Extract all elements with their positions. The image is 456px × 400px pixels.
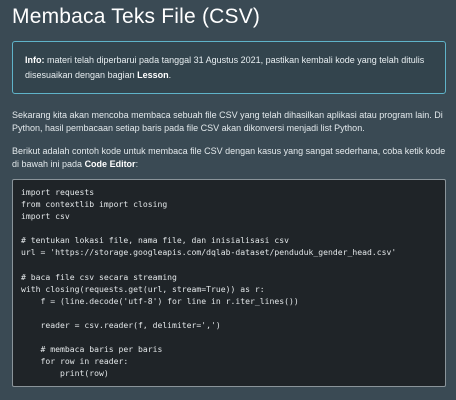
code-line: # baca file csv secara streaming <box>21 271 177 282</box>
info-lesson-link: Lesson <box>137 70 169 80</box>
info-text-end: . <box>168 70 172 80</box>
code-block[interactable]: import requests from contextlib import cl… <box>12 179 446 387</box>
code-line: f = (line.decode('utf-8') for line in r.… <box>21 295 299 306</box>
code-line: for row in reader: <box>21 356 129 367</box>
code-line: import requests <box>21 187 95 197</box>
instruction-paragraph: Berikut adalah contoh kode untuk membaca… <box>12 145 446 171</box>
intro-paragraph: Sekarang kita akan mencoba membaca sebua… <box>12 110 443 133</box>
code-line: print(row) <box>21 368 109 379</box>
code-line: import csv <box>21 211 70 222</box>
code-editor-label: Code Editor <box>84 159 136 169</box>
info-text: materi telah diperbarui pada tanggal 31 … <box>25 55 425 80</box>
code-line: url = 'https://storage.googleapis.com/dq… <box>21 247 397 258</box>
instruction-text: Berikut adalah contoh kode untuk membaca… <box>12 146 446 169</box>
code-line: from contextlib import closing <box>21 199 168 210</box>
info-box: Info: materi telah diperbarui pada tangg… <box>12 41 446 94</box>
lesson-page: Membaca Teks File (CSV) Info: materi tel… <box>0 0 456 400</box>
code-line: reader = csv.reader(f, delimiter=',') <box>21 320 221 331</box>
info-label: Info: <box>25 55 45 65</box>
code-line: # tentukan lokasi file, nama file, dan i… <box>21 235 290 246</box>
code-line: with closing(requests.get(url, stream=Tr… <box>21 283 265 294</box>
instruction-text-end: : <box>135 159 139 169</box>
code-line: # membaca baris per baris <box>21 344 163 355</box>
page-title: Membaca Teks File (CSV) <box>12 5 261 28</box>
